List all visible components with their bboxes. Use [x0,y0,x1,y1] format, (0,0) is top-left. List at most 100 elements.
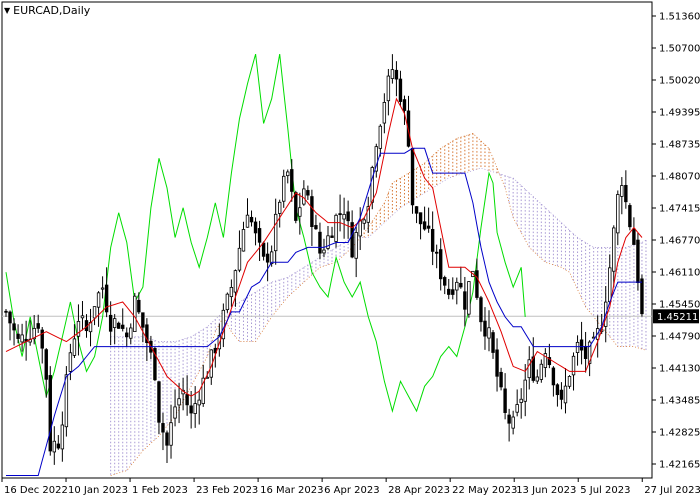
candle-body [612,227,616,272]
candle-body [173,406,177,419]
candle-body [314,225,318,230]
candle-body [117,322,121,329]
candle-body [165,432,169,446]
candle-body [636,239,640,283]
candle-body [273,213,278,252]
candle-body [487,327,491,339]
candle-body [382,102,387,124]
candle-body [80,315,85,319]
candle-body [394,69,399,80]
candle-body [100,287,105,290]
candle-body [338,213,342,216]
candle-body [60,424,65,450]
candle-body [48,375,52,452]
candle-body [197,399,201,406]
candle-body [241,229,246,252]
candle-body [579,339,584,351]
candle-body [370,167,374,203]
candle-body [306,190,310,196]
candle-body [503,388,507,413]
candle-body [523,379,527,402]
x-tick-label: 27 Jul 2023 [644,485,700,496]
candle-body [378,125,383,149]
candle-body [253,221,258,234]
candle-body [342,213,346,220]
candle-body [495,349,499,377]
candle-body [511,416,515,429]
candle-body [608,267,612,303]
candle-body [475,270,479,298]
candle-body [261,242,266,257]
candle-body [616,194,620,234]
candle-body [36,323,40,329]
candle-body [229,287,234,298]
candle-body [571,355,576,376]
candle-body [193,403,197,414]
candle-body [567,375,572,387]
candle-body [354,232,358,259]
candle-body [583,345,588,359]
candle-body [507,414,511,424]
candle-body [418,212,423,225]
candle-body [20,334,24,343]
candle-body [245,214,250,228]
x-tick-label: 6 Apr 2023 [324,485,379,496]
candle-body [499,371,503,388]
y-tick-label: 1.48070 [659,172,700,183]
candle-body [68,352,73,372]
candle-body [640,278,644,315]
x-tick-label: 28 Apr 2023 [388,485,450,496]
y-tick-label: 1.42165 [659,460,700,471]
candle-body [575,341,580,353]
chart-title: ▼ EURCAD,Daily [4,4,90,17]
candle-body [559,389,564,400]
chikou-span-line [5,53,526,414]
candle-body [96,292,101,308]
candle-body [286,171,290,177]
candle-body [467,281,471,315]
current-price-label: 1.45211 [657,312,698,323]
candle-body [310,196,314,227]
y-tick-label: 1.45450 [659,300,700,311]
candle-body [362,219,366,224]
candle-body [72,338,77,356]
x-tick-label: 1 Feb 2023 [132,485,188,496]
candle-body [249,216,254,223]
y-tick-label: 1.48735 [659,140,700,151]
candle-body [44,349,48,380]
candle-body [121,324,125,329]
candle-body [265,253,270,263]
x-tick-label: 5 Jul 2023 [580,485,630,496]
candle-body [233,270,238,293]
candle-body [12,323,16,331]
candle-body [64,374,69,428]
candle-body [137,299,141,313]
candle-body [620,185,624,197]
y-tick-label: 1.44130 [659,364,700,375]
candle-body [225,293,230,311]
dropdown-triangle-icon[interactable]: ▼ [4,6,10,15]
candle-body [257,228,262,243]
candle-body [157,381,161,423]
x-tick-label: 22 May 2023 [452,485,517,496]
candle-body [358,220,362,237]
y-tick-label: 1.46110 [659,268,700,279]
candle-body [189,405,193,414]
y-tick-label: 1.42825 [659,428,700,439]
candle-body [624,185,628,203]
candle-body [398,78,403,102]
x-tick-label: 13 Jun 2023 [516,485,576,496]
y-tick-label: 1.46770 [659,236,700,247]
candle-body [290,169,294,192]
candle-body [346,211,350,222]
candle-body [555,384,560,396]
candle-body [459,282,463,288]
candle-body [298,207,302,217]
candle-body [479,297,483,323]
candle-body [422,221,427,230]
candle-body [430,229,435,252]
candle-body [294,192,298,221]
candle-body [628,205,632,228]
candle-body [237,247,242,271]
candle-body [386,75,391,102]
